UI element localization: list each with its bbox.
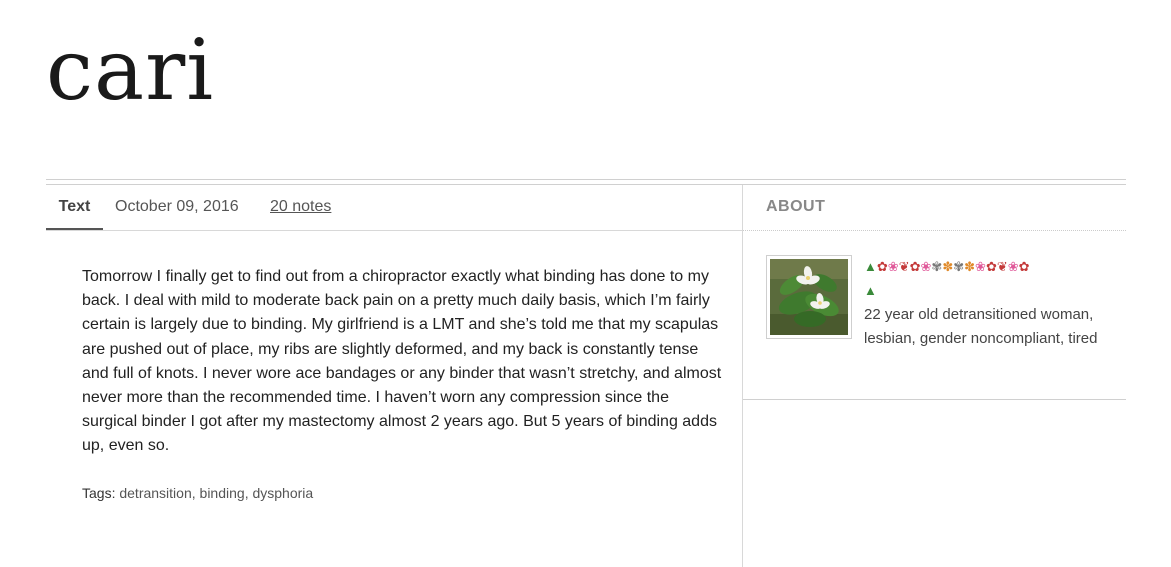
rose-icon: ✿ <box>909 259 921 274</box>
about-header: ABOUT <box>743 185 1126 231</box>
about-description: 22 year old detransitioned woman, lesbia… <box>864 306 1098 347</box>
about-title: ABOUT <box>766 198 826 215</box>
cherry-blossom-icon: ❀ <box>887 259 899 274</box>
post-meta-bar: Text October 09, 2016 20 notes <box>46 185 742 231</box>
post-body-text: Tomorrow I finally get to find out from … <box>82 268 722 455</box>
avatar[interactable] <box>766 255 852 339</box>
rose-icon: ✿ <box>876 259 888 274</box>
cherry-blossom-icon: ❀ <box>920 259 932 274</box>
blossom-icon: ✽ <box>942 259 954 274</box>
tag-link[interactable]: detransition <box>119 485 191 501</box>
post-date[interactable]: October 09, 2016 <box>115 185 239 229</box>
post-tags: Tags: detransition, binding, dysphoria <box>82 485 313 501</box>
trillium-flower-photo-icon <box>770 259 848 335</box>
rose-icon: ✿ <box>1018 259 1030 274</box>
sidebar: ABOUT ▲✿❀❦✿❀✾✽✾✽❀✿❦❀✿ ▲ 22 year old detr… <box>743 185 1126 567</box>
post-type-tab[interactable]: Text <box>46 185 103 230</box>
tulip-icon: ❦ <box>996 259 1008 274</box>
tulip-icon: ❦ <box>898 259 910 274</box>
tag-link[interactable]: dysphoria <box>252 485 313 501</box>
tag-link[interactable]: binding <box>200 485 245 501</box>
evergreen-tree-icon: ▲ <box>864 283 877 298</box>
cherry-blossom-icon: ❀ <box>1007 259 1019 274</box>
rose-icon: ✿ <box>985 259 997 274</box>
tag-separator: , <box>191 485 200 501</box>
white-flower-icon: ✾ <box>953 259 965 274</box>
post: Text October 09, 2016 20 notes Tomorrow … <box>46 185 743 567</box>
blog-title[interactable]: cari <box>46 20 214 120</box>
header-divider <box>46 179 1126 180</box>
white-flower-icon: ✾ <box>931 259 943 274</box>
blossom-icon: ✽ <box>964 259 976 274</box>
cherry-blossom-icon: ❀ <box>975 259 986 274</box>
evergreen-tree-icon: ▲ <box>864 259 877 274</box>
post-notes-link[interactable]: 20 notes <box>270 185 331 229</box>
tags-label: Tags: <box>82 485 116 501</box>
about-box: ▲✿❀❦✿❀✾✽✾✽❀✿❦❀✿ ▲ 22 year old detransiti… <box>743 231 1126 400</box>
